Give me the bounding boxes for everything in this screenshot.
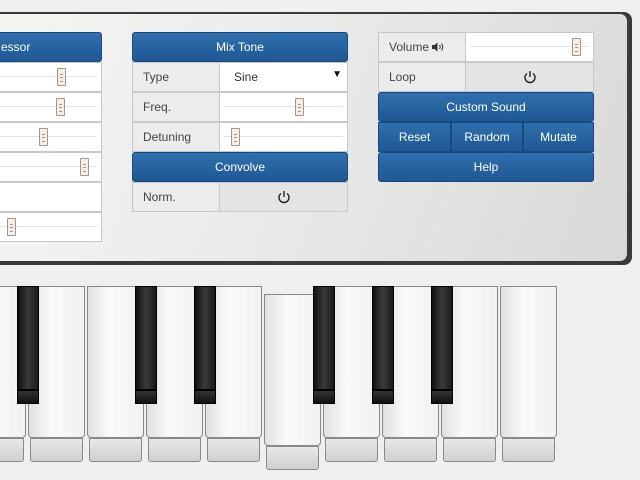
freq-slider[interactable]: [220, 93, 347, 121]
detuning-label: Detuning: [133, 123, 220, 151]
type-row: Type Sine ▼: [132, 62, 348, 92]
freq-label: Freq.: [133, 93, 220, 121]
detuning-row: Detuning: [132, 122, 348, 152]
convolve-header[interactable]: Convolve: [132, 152, 348, 182]
white-key-front[interactable]: [148, 438, 201, 462]
mutate-button[interactable]: Mutate: [523, 122, 594, 152]
dropdown-arrow-icon: ▼: [332, 69, 342, 80]
mix-tone-header[interactable]: Mix Tone: [132, 32, 348, 62]
norm-row: Norm.: [132, 182, 348, 212]
volume-label-cell: Volume: [379, 33, 466, 61]
black-key-front[interactable]: [17, 390, 39, 404]
white-key-front[interactable]: [89, 438, 142, 462]
type-select[interactable]: Sine ▼: [220, 63, 347, 91]
type-value: Sine: [234, 70, 259, 84]
black-key[interactable]: [17, 286, 39, 390]
white-key[interactable]: [500, 286, 557, 438]
volume-slider[interactable]: [466, 33, 593, 61]
white-key-front[interactable]: [443, 438, 496, 462]
white-key-front[interactable]: [502, 438, 555, 462]
loop-toggle[interactable]: [466, 63, 593, 91]
compressor-header[interactable]: essor: [0, 32, 102, 62]
slider-thumb[interactable]: [7, 218, 16, 236]
slider-thumb[interactable]: [39, 128, 48, 146]
freq-slider-thumb[interactable]: [295, 98, 304, 116]
compressor-slider-1[interactable]: [0, 62, 102, 92]
slider-thumb[interactable]: [56, 98, 65, 116]
volume-label: Volume: [389, 40, 430, 54]
slider-thumb[interactable]: [80, 158, 89, 176]
random-button[interactable]: Random: [451, 122, 523, 152]
white-key-front[interactable]: [325, 438, 378, 462]
black-key[interactable]: [135, 286, 157, 390]
help-button[interactable]: Help: [378, 152, 594, 182]
volume-row: Volume: [378, 32, 594, 62]
white-key-front[interactable]: [30, 438, 83, 462]
detuning-slider-thumb[interactable]: [231, 128, 240, 146]
white-key-front[interactable]: [266, 446, 319, 470]
compressor-slider-2[interactable]: [0, 92, 102, 122]
power-icon: [278, 191, 290, 204]
norm-toggle[interactable]: [220, 183, 347, 211]
black-key-front[interactable]: [372, 390, 394, 404]
white-key-front[interactable]: [0, 438, 24, 462]
detuning-slider[interactable]: [220, 123, 347, 151]
compressor-slider-6[interactable]: [0, 212, 102, 242]
power-icon: [524, 71, 536, 84]
reset-button[interactable]: Reset: [378, 122, 451, 152]
black-key[interactable]: [372, 286, 394, 390]
black-key-front[interactable]: [431, 390, 453, 404]
type-label: Type: [133, 63, 220, 91]
black-key[interactable]: [194, 286, 216, 390]
black-key[interactable]: [431, 286, 453, 390]
black-key-front[interactable]: [194, 390, 216, 404]
white-key-front[interactable]: [384, 438, 437, 462]
norm-label: Norm.: [133, 183, 220, 211]
compressor-slider-4[interactable]: [0, 152, 102, 182]
black-key[interactable]: [313, 286, 335, 390]
freq-row: Freq.: [132, 92, 348, 122]
speaker-icon: [432, 42, 444, 52]
black-key-front[interactable]: [313, 390, 335, 404]
volume-slider-thumb[interactable]: [572, 38, 581, 56]
black-key-front[interactable]: [135, 390, 157, 404]
loop-label: Loop: [379, 63, 466, 91]
custom-sound-button[interactable]: Custom Sound: [378, 92, 594, 122]
white-key-front[interactable]: [207, 438, 260, 462]
compressor-slider-3[interactable]: [0, 122, 102, 152]
slider-thumb[interactable]: [57, 68, 66, 86]
loop-row: Loop: [378, 62, 594, 92]
compressor-slider-5[interactable]: [0, 182, 102, 212]
